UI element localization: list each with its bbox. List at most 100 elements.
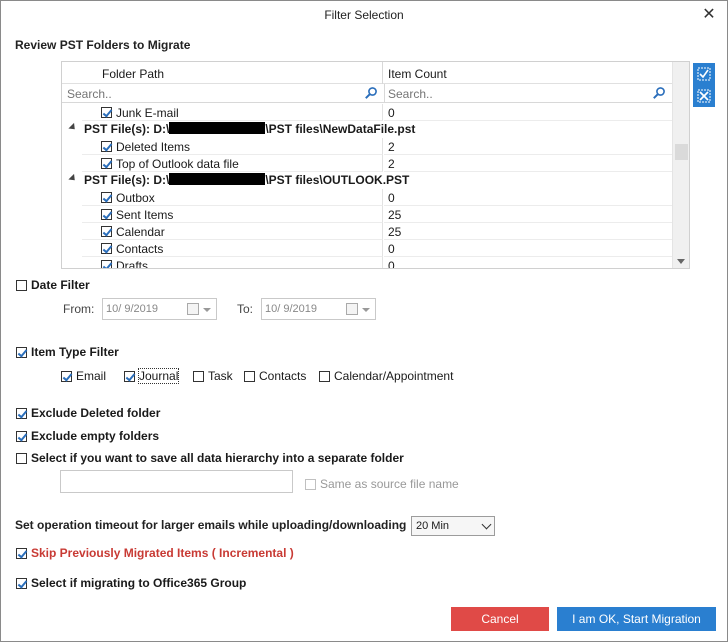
folder-checkbox[interactable] — [101, 192, 112, 203]
folder-name: Deleted Items — [116, 140, 191, 154]
folder-name: Top of Outlook data file — [116, 157, 239, 171]
type-email-option[interactable]: Email — [61, 369, 106, 383]
scroll-down-icon[interactable] — [677, 259, 685, 264]
skip-migrated-label: Skip Previously Migrated Items ( Increme… — [31, 546, 294, 560]
pst-file-path: PST File(s): D:\ \PST files\NewDataFile.p… — [84, 122, 416, 136]
item-count: 0 — [384, 257, 672, 268]
check-all-icon — [697, 67, 711, 81]
search-icon — [653, 87, 665, 99]
item-count: 2 — [384, 155, 672, 172]
item-count: 2 — [384, 138, 672, 155]
exclude-empty-checkbox[interactable] — [16, 431, 27, 442]
folder-name: Contacts — [116, 242, 164, 256]
skip-migrated-option[interactable]: Skip Previously Migrated Items ( Increme… — [16, 546, 294, 560]
pst-group-row[interactable]: PST File(s): D:\ \PST files\NewDataFile.p… — [62, 121, 672, 138]
type-email-label: Email — [76, 369, 107, 383]
pst-file-path: PST File(s): D:\ \PST files\OUTLOOK.PST — [84, 173, 410, 187]
item-count: 0 — [384, 189, 672, 206]
clear-all-button[interactable] — [693, 85, 715, 107]
table-row[interactable]: Drafts 0 — [62, 257, 672, 268]
type-calendar-checkbox[interactable] — [319, 371, 330, 382]
type-contacts-checkbox[interactable] — [244, 371, 255, 382]
folder-cell: Sent Items — [82, 206, 383, 223]
type-calendar-label: Calendar/Appointment — [334, 369, 454, 383]
chevron-down-icon[interactable] — [481, 519, 492, 530]
chevron-down-icon[interactable] — [362, 308, 370, 312]
table-row[interactable]: Outbox 0 — [62, 189, 672, 206]
pst-group-row[interactable]: PST File(s): D:\ \PST files\OUTLOOK.PST — [62, 172, 672, 189]
timeout-value: 20 Min — [416, 520, 450, 532]
exclude-deleted-option[interactable]: Exclude Deleted folder — [16, 406, 160, 420]
to-date-picker[interactable]: 10/ 9/2019 — [261, 298, 376, 320]
folder-checkbox[interactable] — [101, 158, 112, 169]
date-filter-option[interactable]: Date Filter — [16, 278, 90, 292]
folder-name: Outbox — [116, 191, 155, 205]
folder-search-input[interactable] — [64, 84, 360, 103]
select-all-button[interactable] — [693, 63, 715, 85]
type-task-checkbox[interactable] — [193, 371, 204, 382]
item-type-filter-label: Item Type Filter — [31, 345, 119, 359]
close-icon[interactable]: ✕ — [699, 5, 719, 25]
date-filter-checkbox[interactable] — [16, 280, 27, 291]
folder-cell: Deleted Items — [82, 138, 383, 155]
folder-checkbox[interactable] — [101, 141, 112, 152]
folder-grid[interactable]: Folder Path Item Count Junk E-mail — [61, 61, 690, 269]
calendar-icon[interactable] — [187, 303, 199, 315]
timeout-select[interactable]: 20 Min — [411, 516, 495, 536]
item-count: 25 — [384, 223, 672, 240]
folder-checkbox[interactable] — [101, 107, 112, 118]
save-hierarchy-label: Select if you want to save all data hier… — [31, 451, 404, 465]
type-contacts-option[interactable]: Contacts — [244, 369, 306, 383]
scrollbar-thumb[interactable] — [675, 144, 688, 160]
office365-group-option[interactable]: Select if migrating to Office365 Group — [16, 576, 246, 590]
redacted-block — [169, 173, 266, 185]
exclude-empty-option[interactable]: Exclude empty folders — [16, 429, 159, 443]
save-hierarchy-option[interactable]: Select if you want to save all data hier… — [16, 451, 404, 465]
folder-checkbox[interactable] — [101, 226, 112, 237]
exclude-deleted-checkbox[interactable] — [16, 408, 27, 419]
collapse-arrow-icon[interactable] — [68, 173, 78, 184]
window-title: Filter Selection — [324, 8, 404, 22]
cancel-button[interactable]: Cancel — [451, 607, 549, 631]
folder-cell: Outbox — [82, 189, 383, 206]
table-row[interactable]: Junk E-mail 0 — [62, 104, 672, 121]
folder-name-input[interactable] — [60, 470, 293, 493]
table-row[interactable]: Contacts 0 — [62, 240, 672, 257]
item-type-filter-option[interactable]: Item Type Filter — [16, 345, 119, 359]
type-journal-option[interactable]: Journal — [124, 368, 180, 384]
folder-checkbox[interactable] — [101, 260, 112, 268]
type-email-checkbox[interactable] — [61, 371, 72, 382]
save-hierarchy-checkbox[interactable] — [16, 453, 27, 464]
folder-name: Calendar — [116, 225, 165, 239]
table-row[interactable]: Sent Items 25 — [62, 206, 672, 223]
folder-cell: Junk E-mail — [82, 104, 383, 121]
same-as-source-option[interactable]: Same as source file name — [305, 477, 459, 491]
skip-migrated-checkbox[interactable] — [16, 548, 27, 559]
office365-group-checkbox[interactable] — [16, 578, 27, 589]
type-task-option[interactable]: Task — [193, 369, 233, 383]
folder-checkbox[interactable] — [101, 243, 112, 254]
from-date-picker[interactable]: 10/ 9/2019 — [102, 298, 217, 320]
chevron-down-icon[interactable] — [203, 308, 211, 312]
start-migration-button[interactable]: I am OK, Start Migration — [557, 607, 716, 631]
grid-rows: Junk E-mail 0 PST File(s): D:\ \PST files… — [62, 104, 672, 268]
redacted-block — [169, 122, 266, 134]
item-count: 0 — [384, 240, 672, 257]
table-row[interactable]: Calendar 25 — [62, 223, 672, 240]
folder-name: Junk E-mail — [116, 106, 179, 120]
calendar-icon[interactable] — [346, 303, 358, 315]
collapse-arrow-icon[interactable] — [68, 122, 78, 133]
folder-cell: Top of Outlook data file — [82, 155, 383, 172]
column-folder-path[interactable]: Folder Path — [62, 62, 383, 84]
same-as-source-checkbox[interactable] — [305, 479, 316, 490]
table-row[interactable]: Deleted Items 2 — [62, 138, 672, 155]
to-label: To: — [237, 302, 254, 316]
type-journal-checkbox[interactable] — [124, 371, 135, 382]
item-type-filter-checkbox[interactable] — [16, 347, 27, 358]
type-calendar-option[interactable]: Calendar/Appointment — [319, 369, 453, 383]
folder-checkbox[interactable] — [101, 209, 112, 220]
count-search-input[interactable] — [384, 84, 652, 103]
table-row[interactable]: Top of Outlook data file 2 — [62, 155, 672, 172]
grid-scrollbar[interactable] — [672, 62, 689, 268]
column-item-count[interactable]: Item Count — [384, 62, 672, 84]
